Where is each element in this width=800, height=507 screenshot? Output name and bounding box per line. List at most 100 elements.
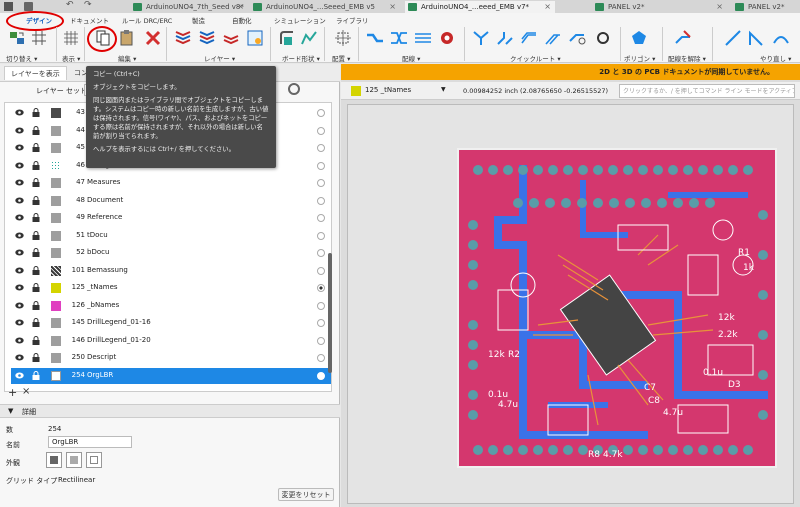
active-layer-radio[interactable] — [317, 354, 325, 362]
group-label-polygon[interactable]: ポリゴン ▾ — [624, 53, 655, 63]
close-icon[interactable]: × — [716, 1, 723, 13]
lock-icon[interactable] — [32, 300, 40, 310]
redo-arc-icon[interactable] — [772, 29, 790, 47]
active-layer-radio[interactable] — [317, 144, 325, 152]
active-layer-radio[interactable] — [317, 179, 325, 187]
lock-icon[interactable] — [32, 248, 40, 257]
layer-row[interactable]: 47 Measures — [11, 175, 331, 191]
active-layer-radio[interactable] — [317, 371, 325, 380]
group-label-switch[interactable]: 切り替え ▾ — [6, 53, 37, 63]
layer-color-swatch[interactable] — [51, 143, 61, 153]
layer-row[interactable]: 146 DrillLegend_01-20 — [11, 333, 331, 349]
eye-icon[interactable] — [15, 249, 24, 256]
active-layer-radio[interactable] — [317, 301, 325, 310]
active-layer-radio[interactable] — [317, 214, 325, 222]
group-label-place[interactable]: 配置 ▾ — [332, 53, 350, 63]
ribbon-tab-document[interactable]: ドキュメント — [70, 15, 109, 25]
layer-row[interactable]: 51 tDocu — [11, 228, 331, 244]
group-label-edit[interactable]: 編集 ▾ — [118, 53, 136, 63]
lock-icon[interactable] — [32, 213, 40, 222]
eye-icon[interactable] — [15, 372, 24, 379]
layer-row[interactable]: 125 _tNames — [11, 280, 331, 296]
layer-row[interactable]: 101 Bemassung — [11, 263, 331, 279]
lock-icon[interactable] — [32, 230, 40, 240]
redo-shape-icon[interactable] — [748, 29, 766, 47]
collapse-icon[interactable]: ▼ — [8, 407, 13, 415]
active-layer-radio[interactable] — [317, 249, 325, 257]
polygon-icon[interactable] — [630, 29, 648, 47]
doc-tab-2[interactable]: ArduinoUNO4_...Seeed_EMB v5 × — [250, 1, 400, 13]
undo-icon[interactable]: ↶ — [66, 0, 74, 10]
grid-icon[interactable] — [30, 29, 48, 47]
lock-icon[interactable] — [32, 178, 40, 187]
layer-color-swatch[interactable] — [51, 335, 61, 346]
lock-icon[interactable] — [32, 143, 40, 152]
eye-icon[interactable] — [15, 109, 24, 116]
ribbon-tab-automation[interactable]: 自動化 — [232, 15, 252, 25]
layer-color-swatch[interactable] — [51, 370, 61, 381]
redo-icon[interactable]: ↷ — [84, 0, 92, 10]
remove-layer-icon[interactable]: × — [22, 386, 30, 397]
group-label-redo[interactable]: やり直し ▾ — [760, 53, 791, 63]
switch-icon[interactable] — [8, 29, 26, 47]
reset-changes-button[interactable]: 変更をリセット — [278, 488, 334, 501]
layer-color-swatch[interactable] — [51, 125, 61, 136]
active-layer-radio[interactable] — [317, 196, 325, 205]
ribbon-tab-manufacturing[interactable]: 製造 — [192, 15, 205, 25]
lock-icon[interactable] — [32, 318, 40, 327]
chevron-down-icon[interactable]: ▼ — [441, 86, 446, 93]
close-icon[interactable]: × — [389, 1, 396, 13]
route-diff-icon[interactable] — [390, 29, 408, 47]
doc-tab-4[interactable]: PANEL v2* × — [592, 1, 727, 13]
layer-color-swatch[interactable] — [51, 248, 61, 258]
via-icon[interactable] — [438, 29, 456, 47]
doc-tab-1[interactable]: ArduinoUNO4_7th_Seed v8* × — [130, 1, 248, 13]
layer-color-swatch[interactable] — [51, 230, 61, 241]
lock-icon[interactable] — [32, 160, 40, 170]
quickroute-signal-icon[interactable] — [496, 29, 514, 47]
pcb-canvas[interactable]: 12k R2 0.1u 4.7u C7 C8 4.7u 12k 2.2k R1 1k D3 0.… — [347, 104, 794, 504]
eye-icon[interactable] — [15, 302, 24, 309]
eye-icon[interactable] — [15, 127, 24, 134]
layers-red-icon[interactable] — [174, 29, 192, 47]
active-layer-radio[interactable] — [317, 231, 325, 240]
active-layer-radio[interactable] — [317, 126, 325, 135]
lock-icon[interactable] — [32, 283, 40, 292]
name-field[interactable]: OrgLBR — [48, 436, 132, 448]
eye-icon[interactable] — [15, 267, 24, 274]
layer-color-swatch[interactable] — [51, 353, 61, 363]
lock-icon[interactable] — [32, 265, 40, 275]
layer-row[interactable]: 126 _bNames — [11, 298, 331, 314]
board-shape-icon[interactable] — [300, 29, 318, 47]
close-icon[interactable]: × — [237, 1, 244, 13]
layer-row[interactable]: 145 DrillLegend_01-16 — [11, 315, 331, 331]
group-label-view[interactable]: 表示 ▾ — [62, 53, 80, 63]
fill-solid-button[interactable] — [46, 452, 62, 468]
ripup-icon[interactable] — [674, 29, 692, 47]
group-label-quickroute[interactable]: クイックルート ▾ — [510, 53, 561, 63]
ribbon-tab-simulation[interactable]: シミュレーション — [274, 15, 326, 25]
tab-show-layers[interactable]: レイヤーを表示 — [4, 66, 67, 80]
eye-icon[interactable] — [15, 319, 24, 326]
lock-icon[interactable] — [32, 125, 40, 135]
layer-color-swatch[interactable] — [51, 300, 61, 311]
layer-row[interactable]: 250 Descript — [11, 350, 331, 366]
fill-outline-button[interactable] — [86, 452, 102, 468]
layers-settings-icon[interactable] — [222, 29, 240, 47]
layer-color-swatch[interactable] — [51, 283, 61, 293]
settings-gear-icon[interactable] — [288, 83, 300, 95]
app-menu-icon[interactable] — [4, 2, 13, 11]
layer-row[interactable]: 254 OrgLBR — [11, 367, 331, 384]
quickroute-all-icon[interactable] — [544, 29, 562, 47]
layer-color-swatch[interactable] — [51, 318, 61, 328]
board-outline-icon[interactable] — [278, 29, 296, 47]
active-layer-radio[interactable] — [317, 161, 325, 170]
lock-icon[interactable] — [32, 195, 40, 205]
eye-icon[interactable] — [15, 179, 24, 186]
place-icon[interactable] — [334, 29, 352, 47]
eye-icon[interactable] — [15, 232, 24, 239]
active-layer-radio[interactable] — [317, 109, 325, 117]
layer-list-scrollbar[interactable] — [328, 253, 332, 373]
route-icon[interactable] — [366, 29, 384, 47]
paste-icon[interactable] — [118, 29, 136, 47]
